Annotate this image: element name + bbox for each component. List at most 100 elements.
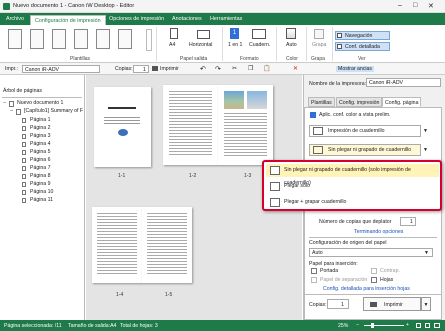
tree-root-document[interactable]: Nuevo documento 1 [17,100,63,106]
tree-page-item[interactable]: Página 4 [30,141,50,147]
zoom-slider-thumb[interactable] [371,323,374,328]
tree-page-item[interactable]: Página 11 [30,197,53,203]
folding-chevron-icon[interactable]: ▼ [423,147,428,153]
copies-toolbar-input[interactable]: 1 [133,65,149,73]
page-thumb-1-2[interactable] [163,85,218,165]
copy-icon[interactable]: ❐ [248,65,253,72]
tab-config-impresion[interactable]: Config. impresión [336,97,383,107]
booklet-print-select[interactable]: Impresión de cuadernillo [309,125,421,137]
paper-origin-select[interactable]: Auto ▼ [309,248,433,257]
tree-page-item[interactable]: Página 2 [30,125,50,131]
tab-plantillas[interactable]: Plantillas [308,97,335,107]
template-thumb-2[interactable] [30,29,44,49]
finishing-options-link[interactable]: Terminando opciones [354,229,403,235]
zoom-out-icon[interactable]: − [356,322,359,328]
layout-icon[interactable]: 1 [230,28,239,39]
menu-archivo[interactable]: Archivo [2,13,28,25]
insert-paper-label: Papel para inserción: [309,261,358,267]
option-fold-only[interactable]: Plegar sólo [266,180,439,193]
booklet-icon[interactable] [252,29,266,39]
cut-icon[interactable]: ✂ [232,65,237,72]
color-icon[interactable] [286,28,296,39]
layout-label[interactable]: 1 en 1 [228,42,242,48]
print-toolbar-button[interactable]: Imprimir [160,66,179,72]
tree-page-item[interactable]: Página 8 [30,173,50,179]
chevron-down-icon[interactable]: ▼ [423,128,428,134]
booklet-label[interactable]: Cuadern. [249,42,270,48]
sheets-checkbox[interactable] [371,277,377,283]
color-preview-label: Aplic. conf. color a vista prelim. [319,112,391,118]
tree-page-item[interactable]: Página 3 [30,133,50,139]
copies-bottom-input[interactable]: 1 [327,299,349,309]
option-no-fold[interactable]: Sin plegar ni grapado de cuadernillo (so… [266,164,439,186]
delete-icon[interactable]: ✕ [293,65,298,72]
print-toolbar-icon [152,66,158,71]
staple-icon[interactable] [314,29,324,39]
tree-expand-icon[interactable]: − [3,100,6,106]
printer-name-select[interactable]: Canon iR-ADV [366,78,441,87]
print-options-button[interactable]: ▼ [421,297,431,311]
page-thumb-1-3[interactable] [218,85,273,165]
folding-select[interactable]: Sin plegar ni grapado de cuadernillo [309,144,421,156]
menu-herramientas[interactable]: Herramientas [206,13,246,25]
page-label-1-4: 1-4 [116,292,124,298]
tree-chapter[interactable]: [Capítulo1] Summary of F [24,108,83,114]
page-text-block-2 [224,113,267,157]
template-thumb-4[interactable] [74,29,88,49]
template-thumb-1[interactable] [8,29,22,49]
copies-value: 1 [410,219,413,225]
fit-width-icon[interactable] [425,323,430,328]
color-preview-checkbox[interactable] [310,112,316,118]
undo-icon[interactable]: ↶ [200,65,206,73]
paper-size-label[interactable]: A4 [169,42,175,48]
maximize-button[interactable]: □ [413,2,417,9]
template-scroll-button[interactable] [146,29,152,51]
template-thumb-3[interactable] [52,29,66,49]
paste-icon[interactable]: 📋 [263,65,270,72]
orientation-label[interactable]: Horizontal [189,42,212,48]
print-button[interactable]: Imprimir [363,297,421,311]
minimize-button[interactable]: – [398,2,402,9]
redo-icon[interactable]: ↷ [215,65,221,73]
menu-bar: Archivo Configuración de impresión Opcio… [0,13,445,25]
tree-page-item[interactable]: Página 5 [30,149,50,155]
tab-config-pagina[interactable]: Config. página [382,97,422,107]
fold-icon [270,182,280,191]
tree-page-item[interactable]: Página 1 [30,117,50,123]
two-page-icon[interactable] [434,323,440,328]
show-margins-button[interactable]: Mostrar ancias [336,66,375,72]
fit-page-icon[interactable] [416,323,421,328]
template-thumb-6[interactable] [118,29,132,49]
paper-size-icon[interactable] [170,28,178,39]
menu-anotaciones[interactable]: Anotaciones [168,13,206,25]
page-icon [22,142,26,147]
zoom-slider[interactable] [364,325,404,326]
detailed-insert-link[interactable]: Config. detallada para inserción hojas [323,286,410,292]
page-photo [224,91,244,109]
separator-checkbox[interactable] [311,277,317,283]
copies-toolbar-value: 1 [143,67,146,73]
tree-page-item[interactable]: Página 6 [30,157,50,163]
option-fold-staple[interactable]: Plegar + grapar cuadernillo [266,196,439,209]
cover-checkbox[interactable] [311,268,317,274]
menu-config-impresion[interactable]: Configuración de impresión [30,15,106,25]
page-thumb-1-1[interactable] [94,87,151,167]
template-thumb-5[interactable] [96,29,110,49]
staple-label[interactable]: Grapa [312,42,326,48]
close-button[interactable]: ✕ [428,2,434,10]
tree-page-item[interactable]: Página 7 [30,165,50,171]
printer-select[interactable]: Canon iR-ADV [22,65,100,73]
color-label[interactable]: Auto [286,42,297,48]
tree-page-item[interactable]: Página 10 [30,189,53,195]
navigation-button[interactable]: Navegación [335,31,390,40]
page-thumb-1-5[interactable] [142,207,192,283]
back-cover-checkbox[interactable] [371,268,377,274]
page-thumb-1-4[interactable] [92,207,142,283]
tree-chapter-expand-icon[interactable]: − [10,108,13,114]
orientation-icon[interactable] [197,30,210,39]
copies-stepper[interactable]: 1 [400,217,416,226]
tree-page-item[interactable]: Página 9 [30,181,50,187]
menu-opciones-impresion[interactable]: Opciones de impresión [105,13,168,25]
detailed-config-button[interactable]: Conf. detallada [335,42,390,51]
zoom-in-icon[interactable]: + [406,322,409,328]
